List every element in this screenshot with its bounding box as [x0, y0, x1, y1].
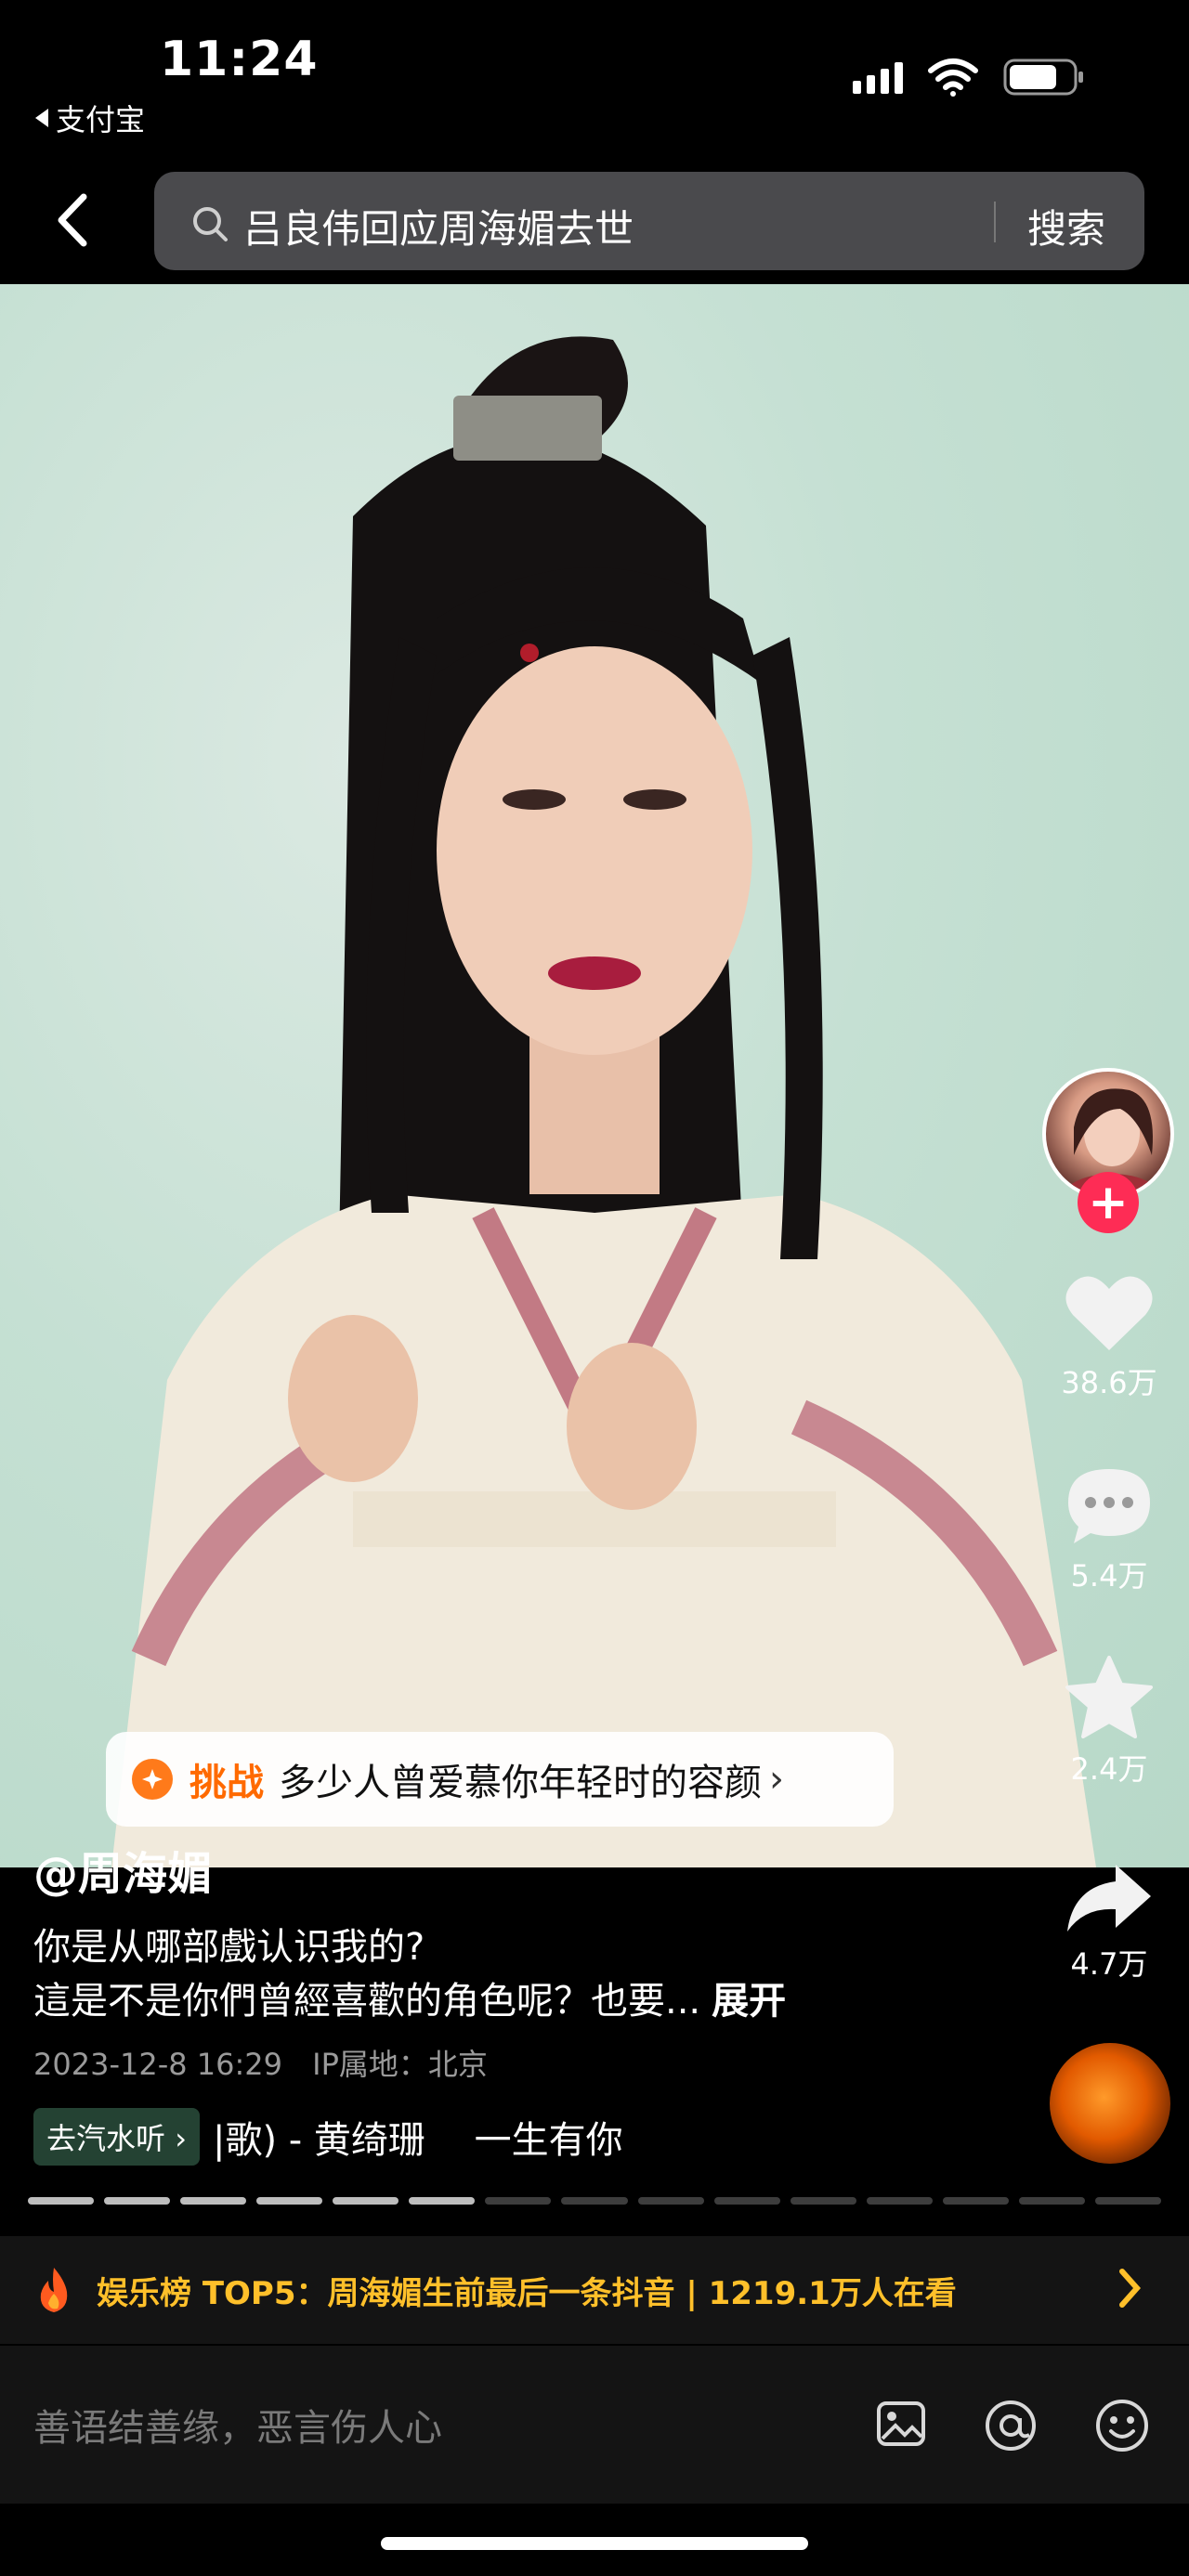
description-line-2: 這是不是你們曾經喜歡的角色呢？也要... 展开	[33, 1974, 786, 2028]
search-bar[interactable]: 吕良伟回应周海媚去世 搜索	[154, 172, 1144, 270]
progress-segment	[1018, 2197, 1085, 2205]
like-count: 38.6万	[1061, 1365, 1157, 1400]
challenge-text: 多少人曾爱慕你年轻时的容颜	[279, 1762, 762, 1804]
music-disc[interactable]	[1050, 2043, 1170, 2164]
back-arrow-icon[interactable]	[43, 188, 108, 253]
trending-banner[interactable]: 娱乐榜 TOP5：周海媚生前最后一条抖音 | 1219.1万人在看	[0, 2236, 1189, 2344]
share-count: 4.7万	[1070, 1946, 1148, 1982]
share-button[interactable]: 4.7万	[1044, 1861, 1174, 1984]
comment-count: 5.4万	[1070, 1558, 1148, 1594]
search-divider	[994, 202, 996, 242]
search-icon	[193, 207, 228, 241]
progress-segment	[333, 2197, 399, 2205]
search-header: 吕良伟回应周海媚去世 搜索	[0, 158, 1189, 283]
fire-icon	[40, 2268, 68, 2312]
description-line-1: 你是从哪部戲认识我的?	[33, 1926, 425, 1969]
progress-segment	[180, 2197, 247, 2205]
progress-segment	[28, 2197, 95, 2205]
post-date: 2023-12-8 16:29	[33, 2047, 282, 2082]
chevron-right-icon	[1119, 2269, 1142, 2308]
progress-segment	[409, 2197, 476, 2205]
progress-segment	[942, 2197, 1009, 2205]
status-time: 11:24	[160, 32, 319, 87]
progress-segment	[561, 2197, 628, 2205]
emoji-icon[interactable]	[1094, 2398, 1150, 2453]
back-to-app-link[interactable]: 支付宝	[35, 97, 145, 139]
progress-segment	[1094, 2197, 1161, 2205]
expand-link[interactable]: 展开	[712, 1980, 786, 2023]
author-name[interactable]: @周海媚	[33, 1837, 212, 1902]
wifi-icon	[928, 59, 978, 97]
comment-bubble-icon	[1068, 1469, 1150, 1543]
favorite-button[interactable]: 2.4万	[1044, 1655, 1174, 1789]
comment-button[interactable]: 5.4万	[1044, 1465, 1174, 1595]
heart-icon	[1065, 1276, 1153, 1350]
progress-segment	[637, 2197, 704, 2205]
post-meta: 2023-12-8 16:29 IP属地：北京	[33, 2041, 488, 2084]
share-arrow-icon	[1067, 1865, 1151, 1932]
progress-segment	[713, 2197, 780, 2205]
search-button[interactable]: 搜索	[1027, 198, 1105, 254]
search-query[interactable]: 吕良伟回应周海媚去世	[243, 198, 634, 254]
status-bar: 11:24 支付宝	[0, 0, 1189, 158]
favorite-count: 2.4万	[1070, 1751, 1148, 1787]
battery-icon	[1003, 59, 1083, 96]
open-in-music-app-button[interactable]: 去汽水听 ›	[33, 2108, 200, 2166]
comment-input[interactable]: 善语结善缘，恶言伤人心	[33, 2398, 442, 2452]
back-triangle-icon	[35, 109, 48, 127]
progress-segment	[485, 2197, 552, 2205]
challenge-icon	[132, 1759, 173, 1800]
mention-at-icon[interactable]	[983, 2398, 1039, 2453]
image-icon[interactable]	[875, 2398, 927, 2450]
playlist-progress	[28, 2197, 1161, 2205]
cellular-signal-icon	[853, 60, 903, 94]
progress-segment	[256, 2197, 323, 2205]
like-button[interactable]: 38.6万	[1044, 1272, 1174, 1402]
progress-segment	[104, 2197, 171, 2205]
video-frame-figure	[111, 336, 1096, 1867]
ip-location: IP属地：北京	[312, 2047, 488, 2082]
challenge-banner[interactable]: 挑战 多少人曾爱慕你年轻时的容颜 ›	[106, 1732, 894, 1827]
progress-segment	[866, 2197, 933, 2205]
star-icon	[1065, 1656, 1153, 1738]
trending-text: 娱乐榜 TOP5：周海媚生前最后一条抖音 | 1219.1万人在看	[97, 2274, 957, 2312]
progress-segment	[790, 2197, 856, 2205]
post-description: 你是从哪部戲认识我的? 這是不是你們曾經喜歡的角色呢？也要... 展开	[33, 1920, 786, 2028]
music-row[interactable]: 去汽水听 › |歌) - 黄绮珊 一生有你	[33, 2108, 623, 2166]
chevron-right-icon: ›	[769, 1758, 784, 1801]
description-line-2-text: 這是不是你們曾經喜歡的角色呢？也要...	[33, 1980, 701, 2023]
challenge-tag: 挑战	[189, 1762, 264, 1804]
follow-plus-button[interactable]: +	[1078, 1172, 1139, 1233]
video-player[interactable]	[0, 284, 1189, 1867]
back-app-label: 支付宝	[56, 102, 146, 137]
home-indicator[interactable]	[381, 2537, 808, 2550]
comment-bar: 善语结善缘，恶言伤人心	[0, 2346, 1189, 2504]
music-track: |歌) - 黄绮珊 一生有你	[212, 2119, 623, 2162]
status-icons	[853, 58, 1085, 97]
